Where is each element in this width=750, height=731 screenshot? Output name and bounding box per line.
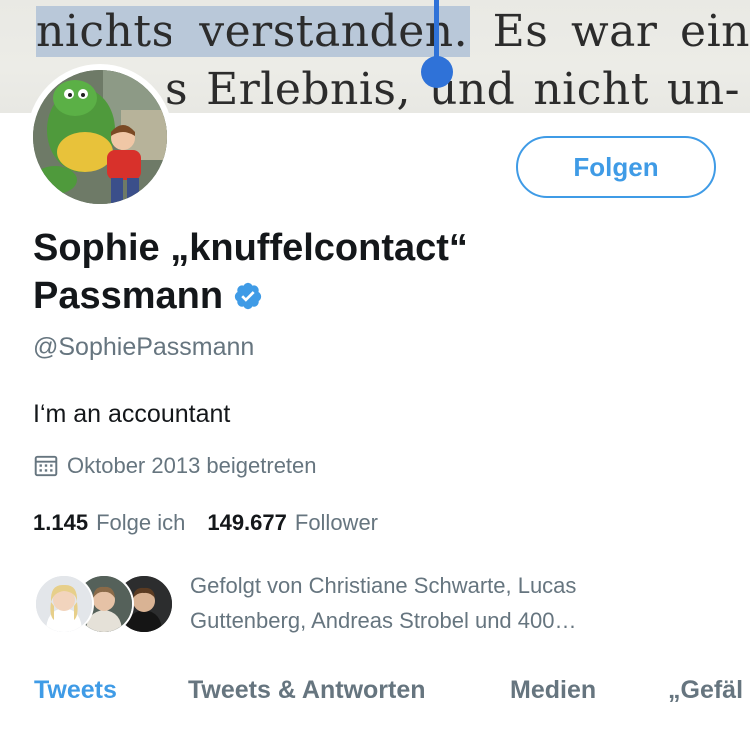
- banner-word: ein: [680, 6, 750, 57]
- banner-word-selected-1: nichts: [36, 6, 177, 57]
- followed-by-line-1: Gefolgt von Christiane Schwarte, Lucas: [190, 573, 577, 598]
- followed-by-text[interactable]: Gefolgt von Christiane Schwarte, Lucas G…: [190, 568, 660, 638]
- selection-handle[interactable]: [421, 56, 453, 88]
- display-name-line-2: Passmann: [33, 275, 224, 317]
- tab-likes[interactable]: „Gefäl: [668, 676, 743, 705]
- profile-avatar[interactable]: [27, 64, 173, 210]
- tab-tweets-and-replies[interactable]: Tweets & Antworten: [188, 676, 426, 705]
- following-stat[interactable]: 1.145 Folge ich: [33, 510, 185, 536]
- profile-stats: 1.145 Folge ich 149.677 Follower: [33, 510, 400, 536]
- display-name: Sophie „knuffelcontact“ Passmann: [33, 224, 713, 320]
- follow-button[interactable]: Folgen: [516, 136, 716, 198]
- followers-count: 149.677: [207, 510, 287, 535]
- follower-avatar-illustration: [36, 576, 92, 632]
- banner-word-selected-2: verstanden.: [171, 6, 471, 57]
- user-handle: @SophiePassmann: [33, 333, 255, 361]
- display-name-line-1: Sophie „knuffelcontact“: [33, 227, 468, 269]
- following-label: Folge ich: [96, 510, 186, 535]
- banner-word-verstanden: verstanden.: [199, 6, 469, 57]
- follower-avatar: [34, 574, 94, 634]
- banner-word: war: [570, 6, 658, 57]
- banner-word: un-: [666, 64, 740, 113]
- followers-stat[interactable]: 149.677 Follower: [207, 510, 378, 536]
- banner-text-line-1: nichts verstanden. Es war ein: [36, 6, 750, 57]
- tab-media[interactable]: Medien: [510, 676, 596, 705]
- display-name-line-2-wrapper: Passmann: [33, 272, 713, 320]
- profile-tabs: Tweets Tweets & Antworten Medien „Gefäl: [0, 672, 750, 712]
- profile-bio: I‘m an accountant: [33, 400, 231, 428]
- avatar-photo: [33, 70, 167, 204]
- verified-badge-icon: [234, 282, 262, 310]
- banner-word: Es: [492, 6, 549, 57]
- join-date: Oktober 2013 beigetreten: [33, 453, 317, 479]
- banner-word: nicht: [533, 64, 649, 113]
- follow-button-label: Folgen: [573, 151, 659, 182]
- tab-tweets[interactable]: Tweets: [34, 676, 117, 705]
- banner-word: Erlebnis,: [206, 64, 411, 113]
- following-count: 1.145: [33, 510, 89, 535]
- avatar-photo-illustration: [33, 70, 167, 204]
- followers-label: Follower: [294, 510, 379, 535]
- join-date-text: Oktober 2013 beigetreten: [67, 453, 317, 478]
- followed-by-line-2: Guttenberg, Andreas Strobel und 400…: [190, 608, 577, 633]
- calendar-icon: [34, 455, 58, 477]
- followed-by-avatars[interactable]: [34, 574, 174, 634]
- banner-word: s: [165, 64, 189, 113]
